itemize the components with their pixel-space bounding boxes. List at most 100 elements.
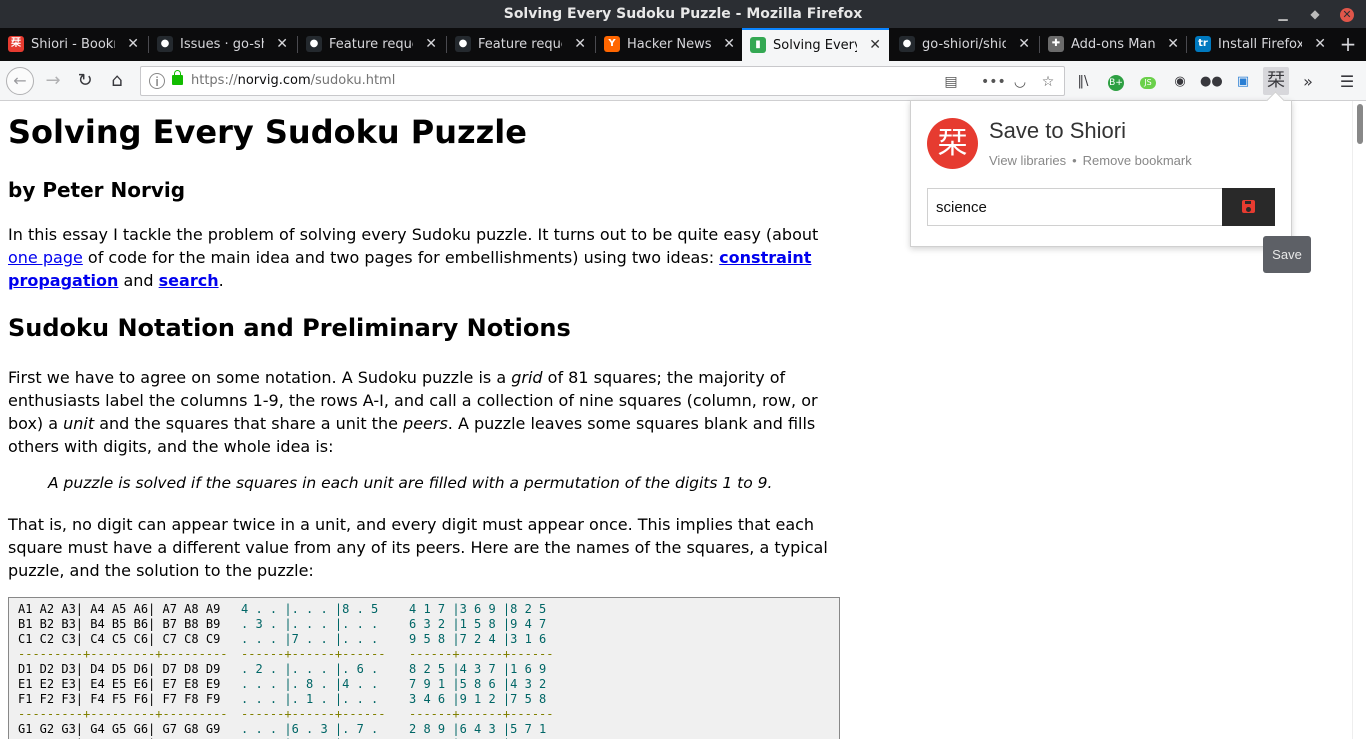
tab-0[interactable]: 栞 Shiori - Bookm ✕	[0, 28, 147, 61]
lock-icon[interactable]	[172, 70, 183, 85]
tab-1[interactable]: ● Issues · go-shi ✕	[149, 28, 296, 61]
new-tab-button[interactable]: +	[1338, 28, 1358, 61]
article-author: by Peter Norvig	[8, 178, 186, 202]
section-heading: Sudoku Notation and Preliminary Notions	[8, 314, 571, 342]
grid-line: . . . |. 8 . |4 . .	[241, 677, 379, 691]
save-icon	[1242, 200, 1255, 213]
grid-line: ---------+---------+---------	[18, 647, 228, 661]
hamburger-menu-icon[interactable]: ☰	[1336, 71, 1358, 93]
page-scrollbar[interactable]	[1352, 101, 1366, 739]
window-title: Solving Every Sudoku Puzzle - Mozilla Fi…	[503, 6, 863, 22]
grid-line: 8 2 5 |4 3 7 |1 6 9	[409, 662, 547, 676]
tab-close-icon[interactable]: ✕	[869, 30, 881, 61]
tab-4[interactable]: Y Hacker News ✕	[596, 28, 743, 61]
grid-line: ------+------+------	[409, 647, 554, 661]
grid-line: B1 B2 B3| B4 B5 B6| B7 B8 B9	[18, 617, 221, 631]
shiori-logo: 栞	[927, 118, 978, 169]
url-bar[interactable]: i https://norvig.com/sudoku.html ▤ ••• ◡…	[140, 66, 1065, 96]
one-page-link[interactable]: one page	[8, 248, 83, 267]
shiori-icon: 栞	[1267, 70, 1285, 91]
grid-line: 4 . . |. . . |8 . 5	[241, 602, 379, 616]
tab-label: Add-ons Mana	[1071, 37, 1155, 52]
grid-line: A1 A2 A3| A4 A5 A6| A7 A8 A9	[18, 602, 221, 616]
puzzle-grid: 4 . . |. . . |8 . 5. 3 . |. . . |. . .. …	[241, 602, 386, 739]
grid-line: ---------+---------+---------	[18, 707, 228, 721]
scrollbar-thumb[interactable]	[1357, 104, 1363, 144]
tab-5[interactable]: ▮ Solving Every S ✕	[742, 28, 889, 61]
grid-line: 4 1 7 |3 6 9 |8 2 5	[409, 602, 547, 616]
grid-line: ------+------+------	[241, 647, 386, 661]
tab-close-icon[interactable]: ✕	[1018, 28, 1030, 61]
grid-line: 3 4 6 |9 1 2 |7 5 8	[409, 692, 547, 706]
tab-3[interactable]: ● Feature reque ✕	[447, 28, 594, 61]
addon-js-icon[interactable]: JS	[1137, 71, 1159, 93]
tags-input[interactable]	[927, 188, 1223, 226]
tab-label: Install Firefox,	[1218, 37, 1302, 52]
addon-mask-icon[interactable]: ●●	[1200, 71, 1223, 93]
popup-title: Save to Shiori	[989, 118, 1126, 143]
maximize-icon[interactable]: ◆	[1300, 0, 1330, 28]
page-actions-icon[interactable]: •••	[981, 72, 1006, 92]
square-names-grid: A1 A2 A3| A4 A5 A6| A7 A8 A9 B1 B2 B3| B4…	[18, 602, 228, 739]
puzzle-favicon-icon: ✚	[1048, 36, 1064, 52]
save-tooltip: Save	[1263, 236, 1311, 273]
navigation-toolbar: ← → ↻ ⌂ i https://norvig.com/sudoku.html…	[0, 61, 1366, 101]
tab-8[interactable]: tr Install Firefox, ✕	[1187, 28, 1334, 61]
tab-label: Feature reque	[478, 37, 562, 52]
pocket-icon[interactable]: ◡	[1010, 72, 1030, 92]
grid-line: ------+------+------	[241, 707, 386, 721]
tab-close-icon[interactable]: ✕	[425, 28, 437, 61]
hackernews-favicon-icon: Y	[604, 36, 620, 52]
minimize-icon[interactable]: ▁	[1268, 0, 1298, 28]
grid-line: C1 C2 C3| C4 C5 C6| C7 C8 C9	[18, 632, 221, 646]
shiori-toolbar-button[interactable]: 栞	[1263, 67, 1289, 95]
tab-6[interactable]: ● go-shiori/shior ✕	[891, 28, 1038, 61]
popup-links: View libraries • Remove bookmark	[989, 153, 1192, 168]
account-icon[interactable]: ◉	[1169, 71, 1191, 93]
reload-button[interactable]: ↻	[73, 69, 97, 93]
tab-label: Hacker News	[627, 37, 711, 52]
grid-line: . 3 . |. . . |. . .	[241, 617, 379, 631]
tab-close-icon[interactable]: ✕	[276, 28, 288, 61]
grid-line: 2 8 9 |6 4 3 |5 7 1	[409, 722, 547, 736]
bookmark-star-icon[interactable]: ☆	[1038, 72, 1058, 92]
tab-close-icon[interactable]: ✕	[723, 28, 735, 61]
grid-line: . . . |6 . 3 |. 7 .	[241, 722, 379, 736]
grid-line: F1 F2 F3| F4 F5 F6| F7 F8 F9	[18, 692, 221, 706]
addon-b-icon[interactable]: B+	[1105, 71, 1127, 93]
url-text[interactable]: https://norvig.com/sudoku.html	[191, 73, 395, 88]
close-window-button[interactable]: ✕	[1332, 0, 1362, 28]
github-favicon-icon: ●	[455, 36, 471, 52]
addon-screenshot-icon[interactable]: ▣	[1232, 71, 1254, 93]
back-button[interactable]: ←	[6, 67, 34, 95]
tab-close-icon[interactable]: ✕	[574, 28, 586, 61]
tab-close-icon[interactable]: ✕	[1167, 28, 1179, 61]
grid-line: . . . |7 . . |. . .	[241, 632, 379, 646]
search-link[interactable]: search	[159, 271, 219, 290]
shiori-popup: 栞 Save to Shiori View libraries • Remove b…	[910, 100, 1292, 247]
info-icon[interactable]: i	[149, 73, 165, 89]
link-separator: •	[1072, 153, 1077, 168]
window-titlebar: Solving Every Sudoku Puzzle - Mozilla Fi…	[0, 0, 1366, 28]
tab-label: Feature reque	[329, 37, 413, 52]
tab-label: Shiori - Bookm	[31, 37, 115, 52]
grid-line: ------+------+------	[409, 707, 554, 721]
tab-7[interactable]: ✚ Add-ons Mana ✕	[1040, 28, 1187, 61]
trello-favicon-icon: tr	[1195, 36, 1211, 52]
tab-2[interactable]: ● Feature reque ✕	[298, 28, 445, 61]
tab-label: Solving Every S	[773, 38, 857, 53]
shiori-favicon-icon: 栞	[8, 36, 24, 52]
article-title: Solving Every Sudoku Puzzle	[8, 113, 527, 151]
tab-close-icon[interactable]: ✕	[1314, 28, 1326, 61]
reader-view-icon[interactable]: ▤	[941, 72, 961, 92]
save-button[interactable]	[1222, 188, 1275, 226]
remove-bookmark-link[interactable]: Remove bookmark	[1083, 153, 1192, 168]
forward-button[interactable]: →	[41, 69, 65, 93]
overflow-chevron-icon[interactable]: »	[1297, 71, 1319, 93]
explanation-paragraph: That is, no digit can appear twice in a …	[8, 515, 828, 580]
library-icon[interactable]: ‖\	[1072, 71, 1094, 93]
github-favicon-icon: ●	[157, 36, 173, 52]
view-libraries-link[interactable]: View libraries	[989, 153, 1066, 168]
tab-close-icon[interactable]: ✕	[127, 28, 139, 61]
home-button[interactable]: ⌂	[105, 69, 129, 93]
